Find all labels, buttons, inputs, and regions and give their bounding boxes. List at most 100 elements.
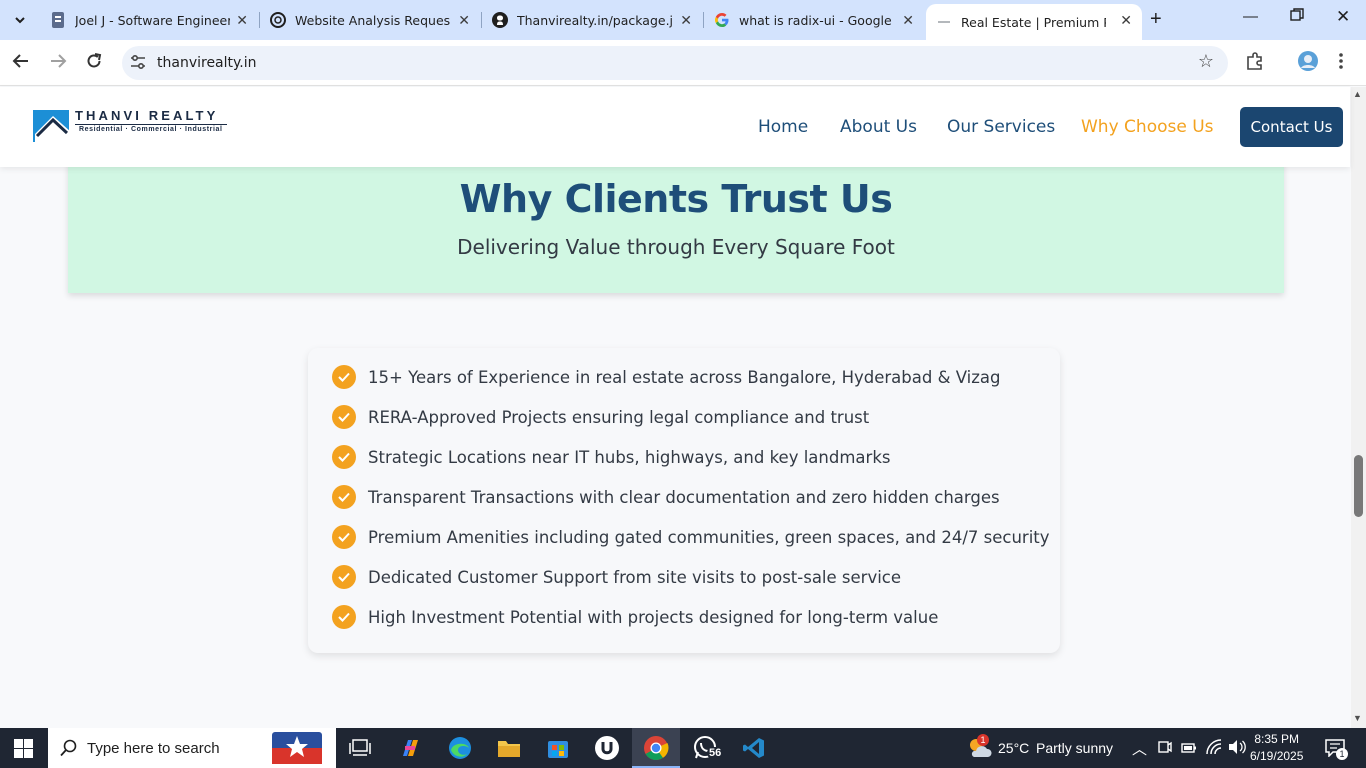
feature-item: Dedicated Customer Support from site vis… <box>332 564 901 590</box>
site-header: THANVI REALTY Residential · Commercial ·… <box>0 87 1350 167</box>
taskbar-search-box[interactable]: Type here to search <box>48 728 336 768</box>
copilot-icon[interactable] <box>396 734 424 762</box>
weather-temperature[interactable]: 25°C <box>998 740 1029 756</box>
back-icon[interactable] <box>12 52 30 75</box>
chatgpt-icon <box>270 12 286 28</box>
tab-title: Joel J - Software Engineer <box>75 12 230 28</box>
page-scrollbar[interactable]: ▲ ▼ <box>1351 87 1366 728</box>
tab-title: Real Estate | Premium Prope <box>961 14 1106 30</box>
tab-title: what is radix-ui - Google Sea <box>739 12 894 28</box>
feature-text: High Investment Potential with projects … <box>368 607 939 627</box>
search-highlight-icon <box>272 732 322 764</box>
meet-now-icon[interactable] <box>1158 739 1172 758</box>
scrollbar-thumb[interactable] <box>1354 455 1363 517</box>
close-icon[interactable]: ✕ <box>458 12 470 29</box>
restore-icon[interactable] <box>1290 8 1304 26</box>
close-icon[interactable]: ✕ <box>1120 12 1132 29</box>
minimize-icon[interactable]: — <box>1243 8 1258 25</box>
new-tab-icon[interactable]: + <box>1150 8 1162 31</box>
scroll-up-icon[interactable]: ▲ <box>1353 89 1362 99</box>
browser-tab[interactable]: Thanvirealty.in/package.json ✕ <box>482 6 702 34</box>
nav-home[interactable]: Home <box>758 117 808 137</box>
whatsapp-icon[interactable]: 56 <box>691 734 724 762</box>
wifi-icon[interactable] <box>1205 739 1223 758</box>
check-icon <box>332 605 356 629</box>
bookmark-star-icon[interactable]: ☆ <box>1198 51 1214 72</box>
chrome-icon[interactable] <box>642 734 670 762</box>
reload-icon[interactable] <box>85 52 103 75</box>
check-icon <box>332 525 356 549</box>
search-icon <box>60 739 77 757</box>
weather-badge: 1 <box>977 734 989 746</box>
browser-tab-active[interactable]: Real Estate | Premium Prope ✕ <box>926 4 1142 40</box>
logo-tagline: Residential · Commercial · Industrial <box>79 126 223 133</box>
feature-item: 15+ Years of Experience in real estate a… <box>332 364 1000 390</box>
site-settings-icon[interactable] <box>130 54 146 70</box>
close-icon[interactable]: ✕ <box>680 12 692 29</box>
weather-condition[interactable]: Partly sunny <box>1036 740 1113 756</box>
section-hero-banner: Why Clients Trust Us Delivering Value th… <box>68 160 1284 293</box>
edge-browser-icon[interactable] <box>446 734 474 762</box>
browser-tab-strip: Joel J - Software Engineer ✕ Website Ana… <box>0 0 1366 40</box>
profile-avatar-icon[interactable] <box>1297 50 1319 77</box>
check-icon <box>332 485 356 509</box>
microsoft-store-icon[interactable] <box>544 734 572 762</box>
address-bar[interactable]: thanvirealty.in ☆ <box>122 46 1228 80</box>
task-view-icon[interactable] <box>346 734 374 762</box>
battery-icon[interactable] <box>1181 741 1197 757</box>
feature-text: Premium Amenities including gated commun… <box>368 527 1050 547</box>
logo-name: THANVI REALTY <box>75 108 219 123</box>
system-clock[interactable]: 8:35 PM 6/19/2025 <box>1250 731 1303 765</box>
feature-text: Transparent Transactions with clear docu… <box>368 487 1000 507</box>
roof-logo-icon <box>33 110 71 142</box>
scroll-down-icon[interactable]: ▼ <box>1353 713 1362 723</box>
more-menu-icon[interactable] <box>1338 52 1344 75</box>
windows-taskbar: Type here to search 56 1 25°C Partly sun… <box>0 728 1366 768</box>
feature-item: Strategic Locations near IT hubs, highwa… <box>332 444 890 470</box>
clock-date: 6/19/2025 <box>1250 749 1304 763</box>
tab-title: Website Analysis Request <box>295 12 450 28</box>
nav-our-services[interactable]: Our Services <box>947 117 1055 137</box>
file-explorer-icon[interactable] <box>495 734 523 762</box>
feature-item: RERA-Approved Projects ensuring legal co… <box>332 404 869 430</box>
google-icon <box>714 12 730 28</box>
notification-badge: 1 <box>1336 748 1348 760</box>
chevron-up-icon[interactable]: ︿ <box>1132 738 1147 759</box>
vscode-icon[interactable] <box>740 734 768 762</box>
volume-icon[interactable] <box>1228 739 1246 758</box>
browser-tab[interactable]: Joel J - Software Engineer ✕ <box>40 6 258 34</box>
check-icon <box>332 405 356 429</box>
browser-tab[interactable]: Website Analysis Request ✕ <box>260 6 480 34</box>
close-window-icon[interactable]: ✕ <box>1336 7 1350 27</box>
weather-icon[interactable]: 1 <box>966 734 992 762</box>
company-logo[interactable]: THANVI REALTY Residential · Commercial ·… <box>33 105 233 145</box>
extensions-icon[interactable] <box>1245 51 1265 76</box>
section-subtitle: Delivering Value through Every Square Fo… <box>457 235 895 259</box>
check-icon <box>332 565 356 589</box>
feature-item: Premium Amenities including gated commun… <box>332 524 1050 550</box>
github-icon <box>492 12 508 28</box>
nav-why-choose-us[interactable]: Why Choose Us <box>1081 117 1214 137</box>
chevron-down-icon <box>15 17 25 24</box>
u-app-icon[interactable] <box>593 734 621 762</box>
loading-icon <box>936 14 952 30</box>
feature-item: Transparent Transactions with clear docu… <box>332 484 1000 510</box>
document-icon <box>50 12 66 28</box>
section-title: Why Clients Trust Us <box>459 177 893 221</box>
feature-text: Strategic Locations near IT hubs, highwa… <box>368 447 891 467</box>
features-card: 15+ Years of Experience in real estate a… <box>308 348 1060 653</box>
logo-divider <box>75 124 227 125</box>
whatsapp-badge: 56 <box>707 747 724 759</box>
contact-us-button[interactable]: Contact Us <box>1240 107 1343 147</box>
tab-title: Thanvirealty.in/package.json <box>517 12 672 28</box>
windows-start-icon[interactable] <box>14 739 33 763</box>
notification-center-icon[interactable]: 1 <box>1325 739 1348 760</box>
clock-time: 8:35 PM <box>1254 732 1300 746</box>
close-icon[interactable]: ✕ <box>902 12 914 29</box>
check-icon <box>332 365 356 389</box>
forward-icon[interactable] <box>49 52 67 75</box>
tab-search-button[interactable] <box>6 7 34 33</box>
browser-tab[interactable]: what is radix-ui - Google Sea ✕ <box>704 6 924 34</box>
nav-about-us[interactable]: About Us <box>840 117 917 137</box>
close-icon[interactable]: ✕ <box>236 12 248 29</box>
